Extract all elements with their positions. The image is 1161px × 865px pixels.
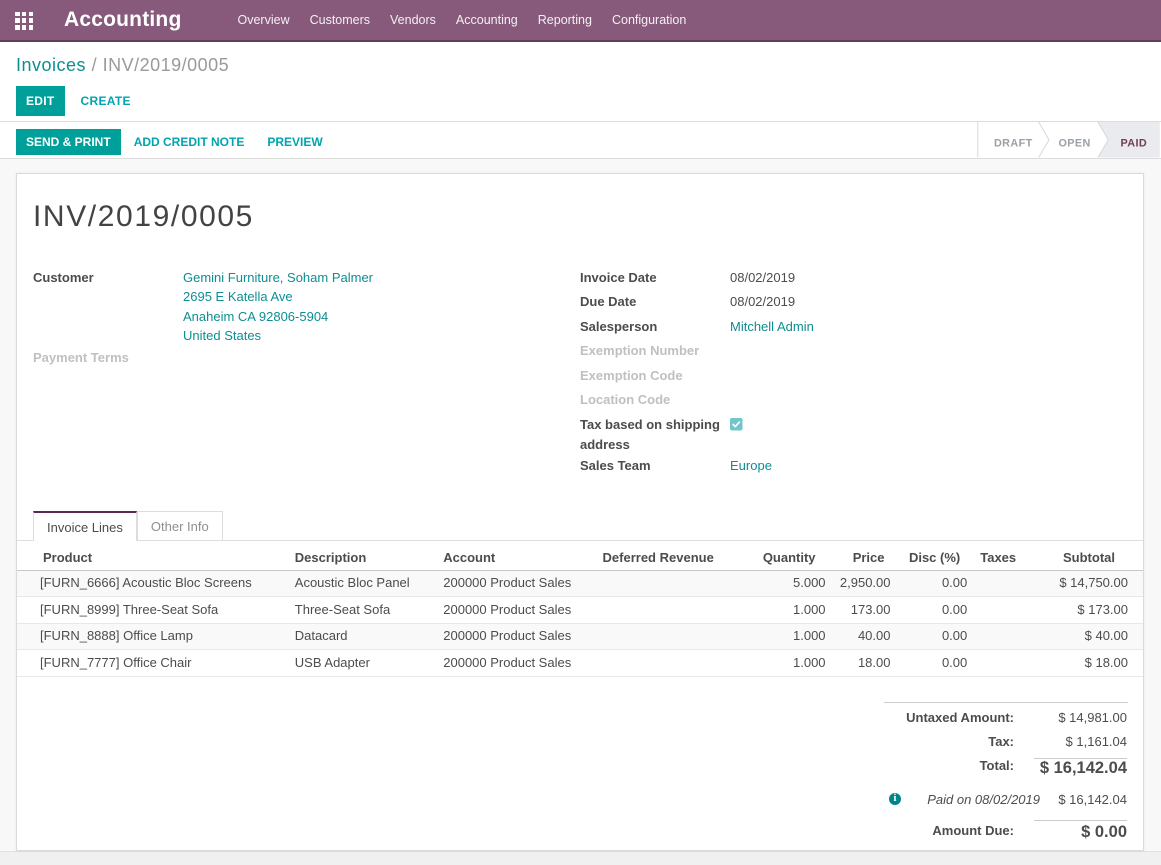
svg-text:DRAFT: DRAFT (994, 138, 1033, 150)
svg-text:PAID: PAID (1120, 138, 1147, 150)
svg-text:OPEN: OPEN (1058, 138, 1090, 150)
